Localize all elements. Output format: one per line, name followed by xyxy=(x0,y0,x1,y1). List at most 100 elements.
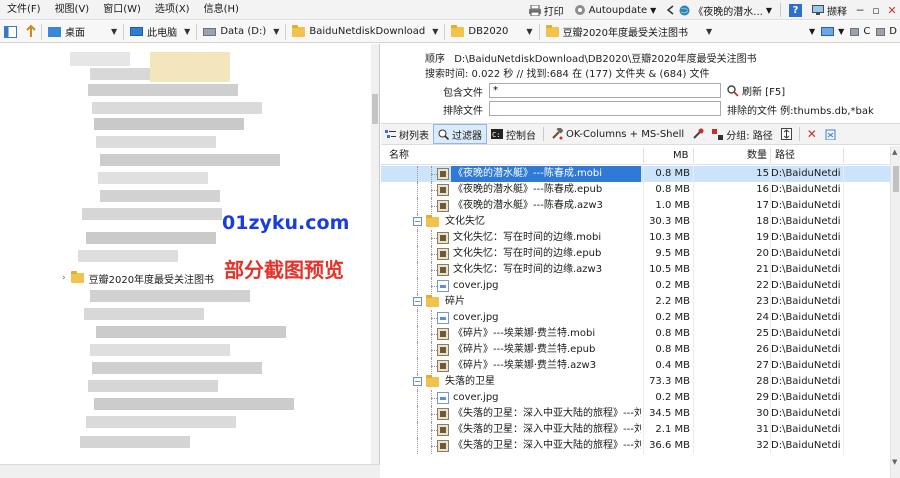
grid-line xyxy=(843,374,844,390)
results-scrollbar[interactable]: ▲ ▼ xyxy=(890,146,900,478)
file-size: 0.8 MB xyxy=(655,168,690,179)
file-row[interactable]: 文化失忆：写在时间的边缘.epub 9.5 MB 20D:\BaiduNetdi..… xyxy=(381,246,890,262)
crumb-this-pc[interactable]: 此电脑 ▼ xyxy=(124,21,196,43)
folder-row[interactable]: − 文化失忆 30.3 MB 18D:\BaiduNetdi... xyxy=(381,214,890,230)
tab-console[interactable]: C: 控制台 xyxy=(487,123,540,145)
file-row[interactable]: 文化失忆：写在时间的边缘.mobi 10.3 MB 19D:\BaiduNetdi.… xyxy=(381,230,890,246)
menu-file[interactable]: 文件(F) xyxy=(0,0,48,20)
settings-tool-button[interactable] xyxy=(688,123,708,145)
grid-line xyxy=(693,358,694,374)
tree-item-douban2020[interactable]: › 豆瓣2020年度最受关注图书 xyxy=(62,270,214,286)
obscured-tree-content xyxy=(90,290,250,302)
close-button[interactable]: ✕ xyxy=(884,2,900,18)
file-name: cover.jpg xyxy=(453,280,499,291)
file-row[interactable]: 《失落的卫星：深入中亚大陆的旅程》---刘... 2.1 MB 31 D:\Baidu… xyxy=(381,422,890,438)
file-row[interactable]: 《失落的卫星：深入中亚大陆的旅程》---刘... 36.6 MB 32 D:\Baid… xyxy=(381,438,890,454)
column-header-name[interactable]: 名称 xyxy=(389,146,409,165)
refresh-button[interactable]: 刷新 [F5] xyxy=(727,83,785,98)
crumb-douban2020[interactable]: 豆瓣2020年度最受关注图书 ▼ xyxy=(540,21,719,43)
tree-guide-line xyxy=(417,390,418,406)
crumb-baidunetdisk[interactable]: BaiduNetdiskDownload ▼ xyxy=(286,21,444,43)
columns-shell-button[interactable]: OK-Columns + MS-Shell xyxy=(547,123,688,145)
scrollbar-thumb[interactable] xyxy=(372,94,378,124)
scroll-up-icon[interactable]: ▲ xyxy=(892,148,897,156)
file-row[interactable]: cover.jpg 0.2 MB 29D:\BaiduNetdi... xyxy=(381,390,890,406)
obscured-tree-content xyxy=(78,250,178,262)
drive-c-button[interactable]: C xyxy=(847,21,873,43)
folder-tree-pane[interactable]: › 豆瓣2020年度最受关注图书 01zyku.com 部分截图预览 xyxy=(0,44,380,478)
menu-window[interactable]: 窗口(W) xyxy=(96,0,148,20)
crumb-desktop[interactable]: 桌面 ▼ xyxy=(42,21,123,43)
panel-toggle[interactable] xyxy=(0,21,21,43)
view-mode-button[interactable]: ▼ xyxy=(818,21,847,43)
file-path: D:\BaiduNetdi... xyxy=(771,264,841,275)
capture-button[interactable]: 撷释 xyxy=(807,0,852,20)
file-row[interactable]: 《碎片》---埃莱娜·费兰特.mobi 0.8 MB 25 D:\BaiduNetdi… xyxy=(381,326,890,342)
scroll-down-icon[interactable]: ▼ xyxy=(892,458,897,466)
scrollbar-thumb[interactable] xyxy=(893,166,899,192)
file-path: D:\BaiduNetdi... xyxy=(771,168,841,179)
crumb-label: Data (D:) xyxy=(220,26,267,37)
file-row[interactable]: 《碎片》---埃莱娜·费兰特.epub 0.8 MB 26 D:\BaiduNetdi… xyxy=(381,342,890,358)
tab-filter[interactable]: 过滤器 xyxy=(433,124,487,144)
item-count: 28 xyxy=(756,376,769,387)
autoupdate-label: Autoupdate xyxy=(588,4,648,16)
file-row[interactable]: 《失落的卫星：深入中亚大陆的旅程》---刘... 34.5 MB 30 D:\Baid… xyxy=(381,406,890,422)
folder-row[interactable]: − 失落的卫星 73.3 MB 28D:\BaiduNetdi... xyxy=(381,374,890,390)
grid-line xyxy=(843,198,844,214)
restore-button[interactable]: ▫ xyxy=(868,2,884,18)
obscured-tree-content xyxy=(80,436,190,448)
tab-filter-label: 过滤器 xyxy=(452,130,482,142)
print-button[interactable]: 打印 xyxy=(524,0,569,20)
monitor-icon xyxy=(812,4,824,15)
drive-d-button[interactable]: D xyxy=(873,21,900,43)
menu-view[interactable]: 视图(V) xyxy=(48,0,97,20)
obscured-tree-content xyxy=(70,52,130,66)
file-row[interactable]: cover.jpg 0.2 MB 22D:\BaiduNetdi... xyxy=(381,278,890,294)
menu-options[interactable]: 选项(X) xyxy=(148,0,197,20)
crumb-drive-d[interactable]: Data (D:) ▼ xyxy=(197,21,285,43)
folder-row[interactable]: − 碎片 2.2 MB 23D:\BaiduNetdi... xyxy=(381,294,890,310)
file-name: 《失落的卫星：深入中亚大陆的旅程》---刘... xyxy=(453,440,641,451)
window-title-dropdown[interactable]: 《夜晚的潜水... ▼ xyxy=(661,0,777,20)
grid-line xyxy=(843,278,844,294)
autoupdate-dropdown[interactable]: Autoupdate ▼ xyxy=(569,0,662,20)
file-size: 0.2 MB xyxy=(655,392,690,403)
file-row[interactable]: 文化失忆：写在时间的边缘.azw3 10.5 MB 21D:\BaiduNetdi.… xyxy=(381,262,890,278)
collapse-icon[interactable]: − xyxy=(413,297,422,306)
obscured-tree-content xyxy=(88,380,218,392)
recycle-button[interactable] xyxy=(821,123,840,145)
crumb-db2020[interactable]: DB2020 ▼ xyxy=(445,21,538,43)
crumb-label: DB2020 xyxy=(468,26,509,37)
column-header-mb[interactable]: MB xyxy=(673,146,689,165)
exclude-files-input[interactable] xyxy=(489,101,721,116)
file-row[interactable]: 《夜晚的潜水艇》---陈春成.mobi 0.8 MB 15 D:\BaiduNetdi… xyxy=(381,166,890,182)
column-header-path[interactable]: 路径 xyxy=(775,146,795,165)
collapse-icon[interactable]: − xyxy=(413,377,422,386)
chevron-down-icon: ▼ xyxy=(809,27,816,36)
nav-dropdown[interactable]: ▼ xyxy=(806,21,818,43)
file-row[interactable]: cover.jpg 0.2 MB 24D:\BaiduNetdi... xyxy=(381,310,890,326)
minimize-button[interactable]: ─ xyxy=(852,2,868,18)
up-folder-button[interactable] xyxy=(21,21,41,43)
chevron-down-icon: ▼ xyxy=(706,27,713,36)
item-count: 23 xyxy=(756,296,769,307)
file-path: D:\BaiduNetdi... xyxy=(771,296,841,307)
column-header-count[interactable]: 数量 xyxy=(747,146,767,165)
collapse-icon[interactable]: − xyxy=(413,217,422,226)
menu-info[interactable]: 信息(H) xyxy=(197,0,246,20)
grid-line xyxy=(843,326,844,342)
file-path: D:\BaiduNetdi... xyxy=(771,376,841,387)
file-row[interactable]: 《夜晚的潜水艇》---陈春成.azw3 1.0 MB 17 D:\BaiduNetdi… xyxy=(381,198,890,214)
tree-scrollbar[interactable] xyxy=(371,44,379,478)
help-button[interactable]: ? xyxy=(784,0,807,20)
clear-button[interactable]: ✕ xyxy=(803,123,821,145)
item-count: 17 xyxy=(756,200,769,211)
file-row[interactable]: 《夜晚的潜水艇》---陈春成.epub 0.8 MB 16 D:\BaiduNetdi… xyxy=(381,182,890,198)
group-by-path-button[interactable]: 分组: 路径 xyxy=(708,123,777,145)
tab-tree-list[interactable]: 树列表 xyxy=(381,123,433,145)
file-path: D:\BaiduNetdi... xyxy=(771,200,841,211)
include-files-input[interactable] xyxy=(489,83,721,98)
sort-toggle-button[interactable] xyxy=(777,123,796,145)
file-row[interactable]: 《碎片》---埃莱娜·费兰特.azw3 0.4 MB 27 D:\BaiduNetdi… xyxy=(381,358,890,374)
